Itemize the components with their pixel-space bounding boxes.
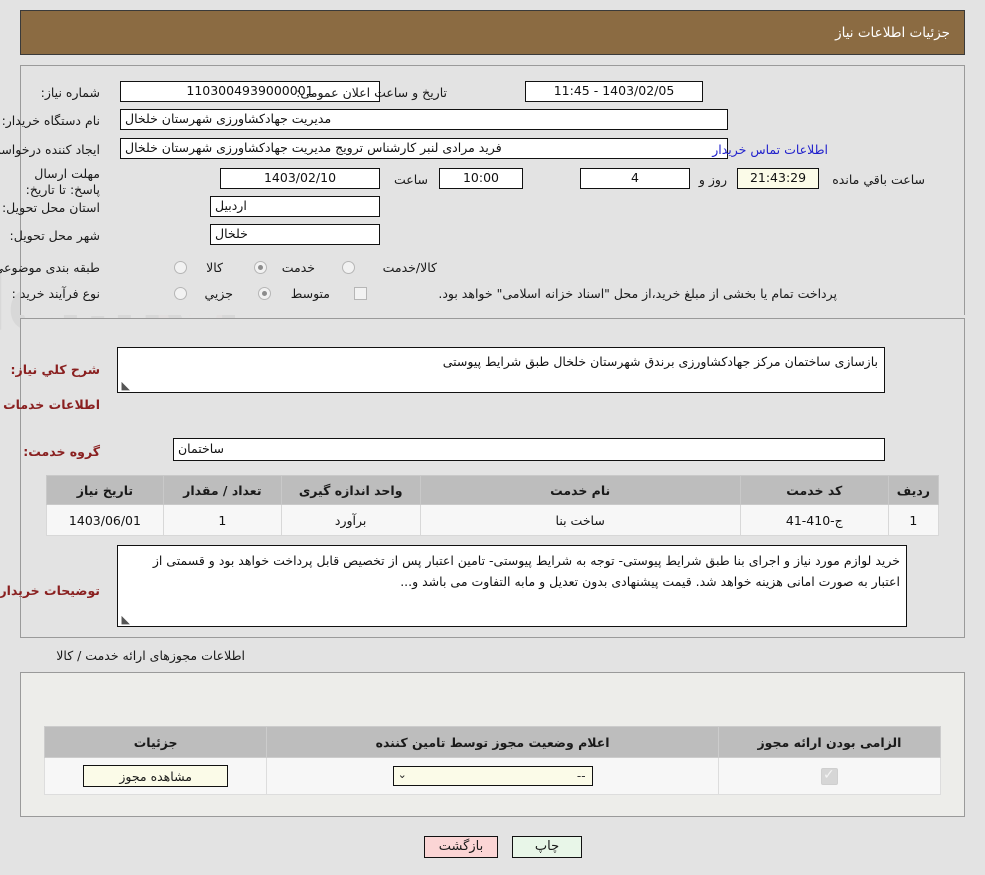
province-value: اردبیل	[210, 196, 380, 217]
province-label: استان محل تحویل:	[1, 200, 100, 215]
cell-permit-status: ⌄ --	[266, 757, 719, 795]
radio-category-kala-khedmat-label: کالا/خدمت	[382, 260, 437, 275]
hour-label: ساعت	[393, 172, 428, 187]
permits-table: الزامی بودن ارائه مجوز اعلام وضعیت مجوز …	[43, 726, 942, 795]
checkbox-islamic-treasury[interactable]	[354, 287, 367, 300]
page-title: جزئیات اطلاعات نیاز	[835, 24, 950, 41]
services-table-header-row: ردیف کد خدمت نام خدمت واحد اندازه گیری ت…	[46, 475, 940, 505]
col-row: ردیف	[887, 475, 940, 505]
cell-name: ساخت بنا	[419, 504, 741, 536]
countdown-timer: 21:43:29	[737, 168, 819, 189]
cell-date: 1403/06/01	[46, 504, 164, 536]
radio-category-kala-khedmat[interactable]	[342, 261, 355, 274]
col-name: نام خدمت	[419, 475, 741, 505]
buyer-notes-label: توضیحات خریدار:	[0, 583, 100, 598]
radio-process-jozei[interactable]	[174, 287, 187, 300]
print-button[interactable]: چاپ	[512, 836, 582, 858]
chevron-down-icon: ⌄	[397, 768, 407, 781]
deadline-time-value: 10:00	[439, 168, 523, 189]
permit-status-value: --	[576, 769, 586, 783]
table-row: ⌄ -- مشاهده مجوز	[43, 757, 942, 795]
table-row: 1 ج-410-41 ساخت بنا برآورد 1 1403/06/01	[46, 504, 940, 536]
radio-category-kala-label: کالا	[206, 260, 223, 275]
process-label: نوع فرآیند خرید :	[11, 286, 100, 301]
radio-process-motavaset[interactable]	[258, 287, 271, 300]
creator-value: فرید مرادی لنبر کارشناس ترویج مدیریت جها…	[120, 138, 728, 159]
city-value: خلخال	[210, 224, 380, 245]
need-number-label: شماره نیاز:	[40, 85, 100, 100]
services-table: ردیف کد خدمت نام خدمت واحد اندازه گیری ت…	[46, 475, 940, 536]
view-permit-button[interactable]: مشاهده مجوز	[83, 765, 229, 787]
buyer-org-label: نام دستگاه خریدار:	[1, 113, 100, 128]
tender-detail-page: AriaTender.net جزئیات اطلاعات نیاز شماره…	[0, 0, 985, 875]
buyer-contact-link[interactable]: اطلاعات تماس خریدار	[712, 142, 828, 158]
announce-value: 1403/02/05 - 11:45	[525, 81, 703, 102]
permit-required-checkbox	[820, 766, 838, 785]
services-heading: اطلاعات خدمات مورد نیاز	[0, 397, 100, 412]
announce-label: تاریخ و ساعت اعلان عمومی:	[296, 85, 447, 100]
radio-process-motavaset-label: متوسط	[290, 286, 330, 301]
return-button[interactable]: بازگشت	[424, 836, 498, 858]
general-description-label: شرح كلي نياز:	[10, 362, 100, 377]
need-info-panel	[20, 65, 965, 315]
permits-table-header-row: الزامی بودن ارائه مجوز اعلام وضعیت مجوز …	[43, 726, 942, 758]
permit-status-select[interactable]: ⌄ --	[392, 766, 593, 786]
col-unit: واحد اندازه گیری	[280, 475, 421, 505]
category-label: طبقه بندی موضوعی:	[0, 260, 100, 275]
treasury-note: پرداخت تمام یا بخشی از مبلغ خرید،از محل …	[438, 286, 837, 301]
resize-handle-icon[interactable]: ◣	[120, 380, 130, 391]
deadline-date-value: 1403/02/10	[220, 168, 380, 189]
page-header: جزئیات اطلاعات نیاز	[20, 10, 965, 55]
buyer-notes-value[interactable]: خرید لوازم مورد نیاز و اجرای بنا طبق شرا…	[117, 545, 907, 627]
service-group-value: ساختمان	[173, 438, 885, 461]
buyer-notes-text: خرید لوازم مورد نیاز و اجرای بنا طبق شرا…	[152, 553, 900, 589]
cell-code: ج-410-41	[739, 504, 889, 536]
col-qty: تعداد / مقدار	[162, 475, 282, 505]
radio-category-khedmat-label: خدمت	[281, 260, 315, 275]
buyer-org-value: مدیریت جهادکشاورزی شهرستان خلخال	[120, 109, 728, 130]
city-label: شهر محل تحویل:	[9, 228, 100, 243]
deadline-label: مهلت ارسال پاسخ: تا تاریخ:	[25, 166, 100, 197]
cell-row: 1	[887, 504, 940, 536]
col-permit-status: اعلام وضعیت مجوز توسط تامین کننده	[266, 726, 719, 758]
col-permit-required: الزامی بودن ارائه مجوز	[717, 726, 942, 758]
cell-unit: برآورد	[280, 504, 421, 536]
col-permit-details: جزئیات	[43, 726, 268, 758]
countdown-label: ساعت باقي مانده	[832, 172, 925, 187]
general-description-value[interactable]: بازسازی ساختمان مرکز جهادکشاورزی برندق ش…	[117, 347, 885, 393]
col-date: تاریخ نیاز	[46, 475, 164, 505]
radio-category-kala[interactable]	[174, 261, 187, 274]
permits-section-title: اطلاعات مجوزهای ارائه خدمت / کالا	[56, 648, 245, 663]
general-description-text: بازسازی ساختمان مرکز جهادکشاورزی برندق ش…	[442, 354, 878, 369]
radio-process-jozei-label: جزیي	[204, 286, 233, 301]
resize-handle-icon[interactable]: ◣	[120, 614, 130, 625]
creator-label: ایجاد کننده درخواست:	[0, 142, 100, 157]
radio-category-khedmat[interactable]	[254, 261, 267, 274]
col-code: کد خدمت	[739, 475, 889, 505]
days-label: روز و	[698, 172, 727, 187]
cell-permit-details: مشاهده مجوز	[43, 757, 268, 795]
remaining-days-value: 4	[580, 168, 690, 189]
cell-permit-required	[717, 757, 942, 795]
cell-qty: 1	[162, 504, 282, 536]
service-group-label: گروه خدمت:	[23, 444, 100, 459]
